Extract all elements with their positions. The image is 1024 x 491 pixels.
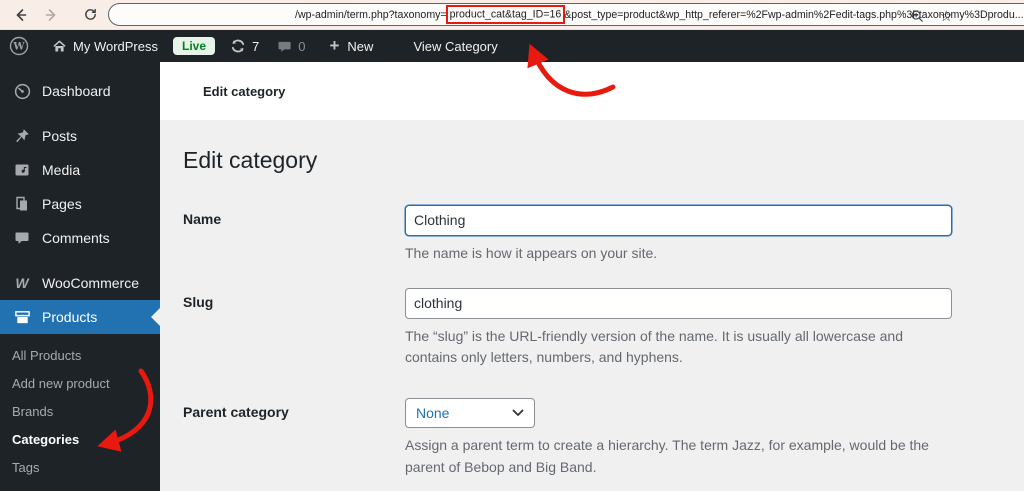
browser-toolbar: /wp-admin/term.php?taxonomy= product_cat&…: [0, 0, 1024, 30]
parent-category-label: Parent category: [183, 403, 289, 420]
view-category-link[interactable]: View Category: [404, 30, 506, 62]
comments-icon: [12, 230, 32, 246]
page-title: Edit category: [183, 147, 318, 173]
products-box-icon: [12, 309, 32, 326]
sidebar-label: WooCommerce: [42, 275, 139, 291]
url-suffix: &post_type=product&wp_http_referer=%2Fwp…: [564, 8, 1024, 21]
woocommerce-icon: W: [15, 275, 29, 291]
browser-back-icon[interactable]: [8, 3, 32, 27]
view-category-label: View Category: [413, 38, 498, 54]
slug-help-text: The “slug” is the URL-friendly version o…: [405, 327, 903, 366]
parent-category-selected-value: None: [416, 404, 450, 421]
submenu-add-new-product[interactable]: Add new product: [0, 370, 160, 398]
media-icon: [12, 162, 32, 178]
sidebar-label: Pages: [42, 196, 82, 212]
sidebar-label: Comments: [42, 230, 110, 246]
submenu-categories[interactable]: Categories: [0, 426, 160, 454]
parent-category-help-text: Assign a parent term to create a hierarc…: [405, 436, 929, 475]
toolbar-title: Edit category: [203, 83, 286, 99]
content-toolbar: Edit category: [160, 62, 1024, 120]
sidebar-item-posts[interactable]: Posts: [0, 119, 160, 153]
new-content-menu[interactable]: + New: [320, 30, 382, 62]
sidebar-label: Products: [42, 309, 98, 325]
bookmark-star-icon[interactable]: ☆: [940, 7, 953, 25]
site-menu[interactable]: My WordPress: [38, 30, 167, 62]
wp-admin-bar: W My WordPress Live 7 0 + New View Categ…: [0, 30, 1024, 62]
sidebar-item-dashboard[interactable]: Dashboard: [0, 74, 160, 108]
parent-category-row: Parent category None Assign a parent ter…: [183, 397, 994, 478]
name-label: Name: [183, 210, 222, 227]
sidebar-item-media[interactable]: Media: [0, 153, 160, 187]
site-name: My WordPress: [73, 38, 158, 54]
address-bar[interactable]: /wp-admin/term.php?taxonomy= product_cat&…: [108, 3, 1024, 26]
name-row: Name The name is how it appears on your …: [183, 204, 994, 265]
parent-category-select[interactable]: None: [405, 397, 535, 428]
admin-sidebar: Dashboard Posts Media Pages Comments W W…: [0, 62, 160, 491]
products-submenu: All Products Add new product Brands Cate…: [0, 334, 160, 488]
chevron-down-icon: [512, 409, 524, 417]
sidebar-item-comments[interactable]: Comments: [0, 221, 160, 255]
submenu-tags[interactable]: Tags: [0, 454, 160, 482]
edit-category-form: Edit category Name The name is how it ap…: [160, 120, 1024, 478]
zoom-icon[interactable]: [910, 9, 924, 23]
submenu-all-products[interactable]: All Products: [0, 342, 160, 370]
slug-input[interactable]: [405, 287, 952, 319]
comments-menu[interactable]: 0: [268, 30, 314, 62]
url-highlight-box: product_cat&tag_ID=16: [445, 5, 566, 24]
pushpin-icon: [12, 128, 32, 144]
wordpress-admin-page: /wp-admin/term.php?taxonomy= product_cat&…: [0, 0, 1024, 491]
dashboard-gauge-icon: [12, 83, 32, 100]
name-input[interactable]: [405, 204, 952, 236]
browser-reload-icon[interactable]: [78, 3, 102, 27]
sidebar-item-woocommerce[interactable]: W WooCommerce: [0, 266, 160, 300]
url-prefix: /wp-admin/term.php?taxonomy=: [295, 8, 447, 21]
sidebar-label: Media: [42, 162, 81, 178]
updates-icon: [230, 38, 246, 54]
updates-menu[interactable]: 7: [221, 30, 268, 62]
content-area: Edit category Edit category Name The nam…: [160, 62, 1024, 491]
updates-count: 7: [252, 38, 260, 54]
submenu-brands[interactable]: Brands: [0, 398, 160, 426]
name-help-text: The name is how it appears on your site.: [405, 244, 658, 261]
pages-icon: [12, 196, 32, 212]
svg-text:W: W: [12, 42, 25, 53]
sidebar-label: Posts: [42, 128, 78, 144]
sidebar-label: Dashboard: [42, 83, 111, 99]
browser-forward-icon[interactable]: [40, 3, 64, 27]
plus-icon: +: [329, 36, 340, 55]
comments-bubble-icon: [277, 39, 292, 54]
comments-count: 0: [298, 38, 306, 54]
sidebar-item-pages[interactable]: Pages: [0, 187, 160, 221]
live-badge[interactable]: Live: [173, 37, 216, 55]
slug-label: Slug: [183, 293, 214, 310]
wordpress-logo-icon[interactable]: W: [0, 30, 38, 62]
slug-row: Slug The “slug” is the URL-friendly vers…: [183, 287, 994, 369]
sidebar-item-products[interactable]: Products: [0, 300, 160, 334]
home-icon: [52, 39, 67, 54]
new-label: New: [347, 38, 374, 54]
